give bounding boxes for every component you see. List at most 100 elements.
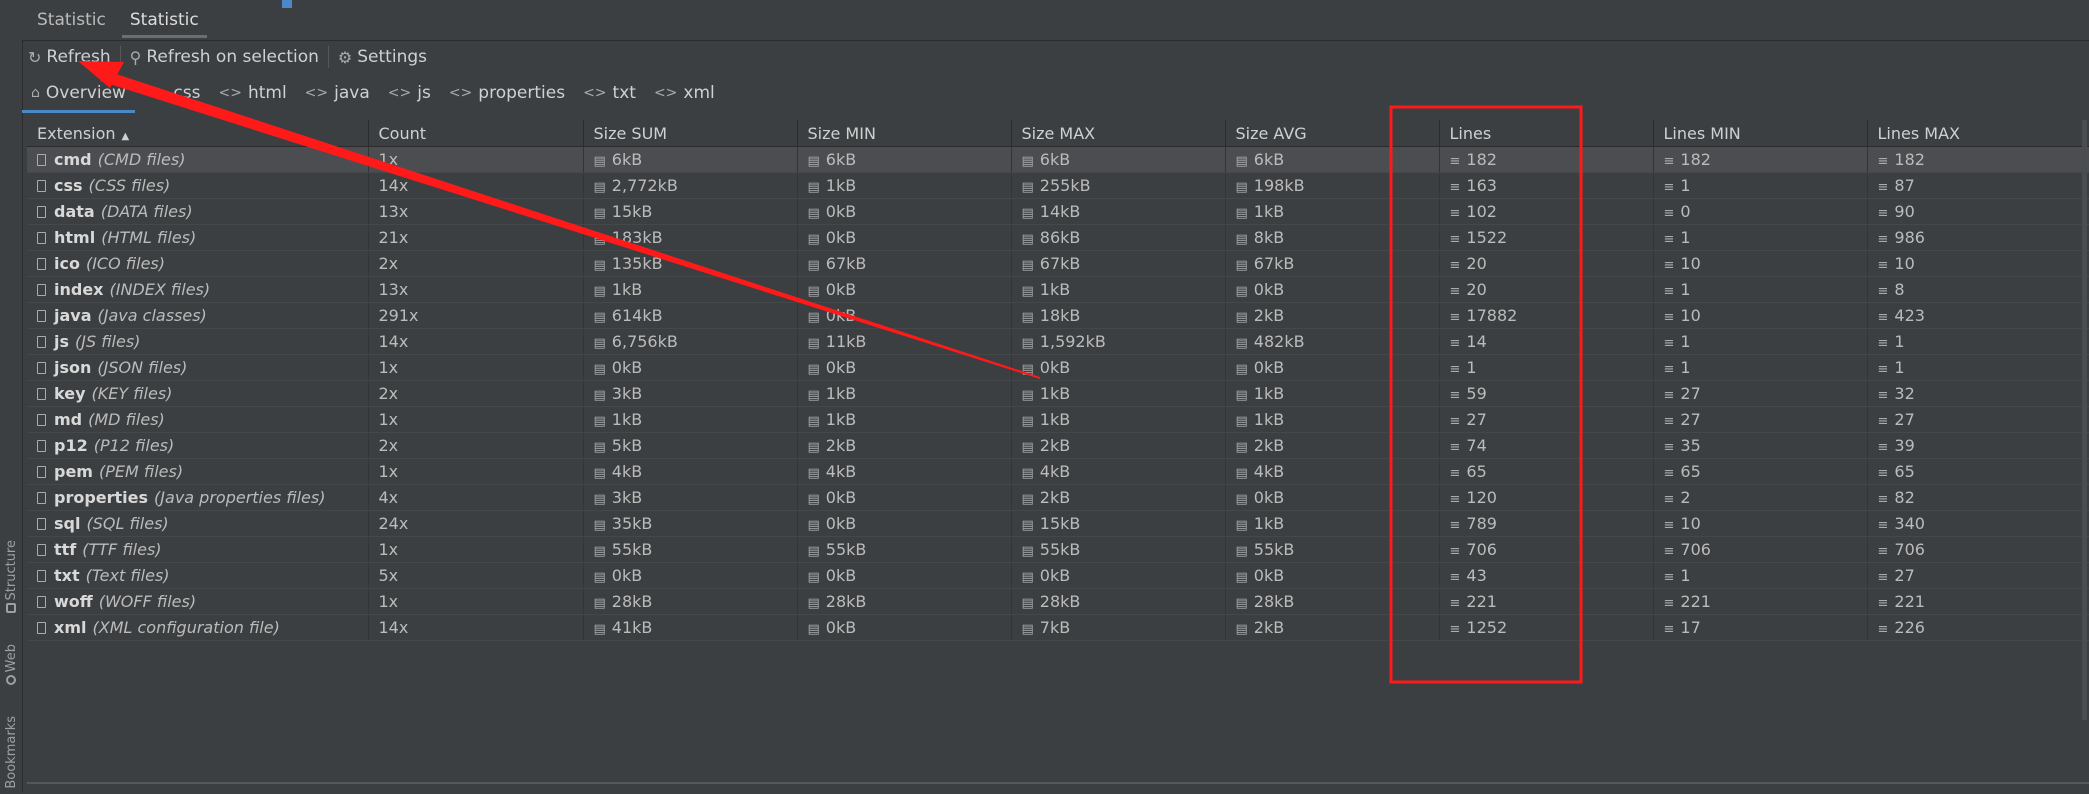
size-sum-cell: ▤ 0kB — [583, 562, 798, 589]
table-row[interactable]: index (INDEX files) 13x ▤ 1kB ▤ 0kB ▤ 1kB ▤ 0kB ≡ 20… — [27, 276, 2089, 303]
table-row[interactable]: md (MD files) 1x ▤ 1kB ▤ 1kB ▤ 1kB ▤ 1kB ≡ 27 ≡ 27 ≡ 27 — [27, 406, 2089, 433]
table-row[interactable]: pem (PEM files) 1x ▤ 4kB ▤ 4kB ▤ 4kB ▤ 4kB ≡ 65 ≡ 65 ≡ 6… — [27, 458, 2089, 485]
column-header-extension[interactable]: Extension ▲ — [27, 120, 369, 147]
lines-cell: ≡ 102 — [1439, 198, 1654, 225]
cell-value: 182 — [1680, 150, 1711, 169]
extension-description: (KEY files) — [91, 384, 173, 403]
count-cell: 2x — [368, 380, 584, 407]
cell-value: 1kB — [611, 280, 643, 299]
table-row[interactable]: sql (SQL files) 24x ▤ 35kB ▤ 0kB ▤ 15kB ▤ 1kB ≡ 789 ≡… — [27, 510, 2089, 537]
layers-icon: ≡ — [1663, 466, 1675, 481]
lines-min-cell: ≡ 27 — [1653, 380, 1868, 407]
cell-value: 0kB — [825, 306, 857, 325]
cell-value: 2x — [378, 436, 399, 455]
table-row[interactable]: css (CSS files) 14x ▤ 2,772kB ▤ 1kB ▤ 255kB ▤ 198k… — [27, 172, 2089, 199]
tab-overview[interactable]: ⌂ Overview — [22, 73, 135, 113]
lines-max-cell: ≡ 706 — [1867, 536, 2089, 563]
file-size-icon: ▤ — [1021, 336, 1034, 351]
tab-statistic-1[interactable]: Statistic — [25, 10, 118, 38]
file-size-icon: ▤ — [1021, 206, 1034, 221]
table-row[interactable]: ttf (TTF files) 1x ▤ 55kB ▤ 55kB ▤ 55kB ▤ 55kB ≡ 706… — [27, 536, 2089, 563]
table-scrollbar[interactable] — [2082, 120, 2087, 720]
file-size-icon: ▤ — [1021, 596, 1034, 611]
tab-js[interactable]: <> js — [379, 73, 440, 113]
cell-value: 7kB — [1039, 618, 1071, 637]
count-cell: 1x — [368, 354, 584, 381]
table-row[interactable]: js (JS files) 14x ▤ 6,756kB ▤ 11kB ▤ 1,592kB ▤ 482… — [27, 328, 2089, 355]
table-row[interactable]: txt (Text files) 5x ▤ 0kB ▤ 0kB ▤ 0kB ▤ 0kB ≡ 43 ≡ 1 ≡ 2… — [27, 562, 2089, 589]
size-min-cell: ▤ 0kB — [797, 484, 1012, 511]
tab-xml[interactable]: <> xml — [645, 73, 724, 113]
cell-value: 1x — [378, 540, 399, 559]
table-row[interactable]: p12 (P12 files) 2x ▤ 5kB ▤ 2kB ▤ 2kB ▤ 2kB ≡ 74 ≡ 35 ≡ 3… — [27, 432, 2089, 459]
lines-cell: ≡ 120 — [1439, 484, 1654, 511]
cell-value: 706 — [1894, 540, 1925, 559]
tab-html[interactable]: <> html — [209, 73, 295, 113]
web-tool-button[interactable]: Web — [0, 644, 22, 686]
tab-overview-label: Overview — [45, 83, 126, 103]
column-header-lines-min[interactable]: Lines MIN — [1653, 120, 1868, 147]
refresh-on-selection-button[interactable]: ⚲ Refresh on selection — [124, 44, 325, 70]
lines-max-cell: ≡ 82 — [1867, 484, 2089, 511]
layers-icon: ≡ — [1877, 414, 1889, 429]
column-header-lines[interactable]: Lines — [1439, 120, 1654, 147]
cell-value: 65 — [1680, 462, 1701, 481]
column-header-size-min[interactable]: Size MIN — [797, 120, 1012, 147]
extension-cell: index (INDEX files) — [27, 276, 369, 303]
tab-txt[interactable]: <> txt — [574, 73, 645, 113]
file-size-icon: ▤ — [807, 232, 820, 247]
table-row[interactable]: html (HTML files) 21x ▤ 183kB ▤ 0kB ▤ 86kB ▤ 8kB ≡ 1… — [27, 224, 2089, 251]
layers-icon: ≡ — [1663, 362, 1675, 377]
extension-name: xml — [54, 618, 87, 637]
table-row[interactable]: woff (WOFF files) 1x ▤ 28kB ▤ 28kB ▤ 28kB ▤ 28kB ≡ 2… — [27, 588, 2089, 615]
column-header-lines-max[interactable]: Lines MAX — [1867, 120, 2089, 147]
size-max-cell: ▤ 1kB — [1011, 406, 1226, 433]
settings-button[interactable]: ⚙ Settings — [332, 44, 433, 70]
table-row[interactable]: key (KEY files) 2x ▤ 3kB ▤ 1kB ▤ 1kB ▤ 1kB ≡ 59 ≡ 27 ≡ 3… — [27, 380, 2089, 407]
tab-css[interactable]: <> css — [135, 73, 210, 113]
layers-icon: ≡ — [1449, 284, 1461, 299]
cell-value: 1kB — [1039, 280, 1071, 299]
file-size-icon: ▤ — [1021, 414, 1034, 429]
count-cell: 14x — [368, 614, 584, 641]
tab-statistic-2[interactable]: Statistic — [118, 10, 211, 38]
tab-properties[interactable]: <> properties — [440, 73, 574, 113]
cell-value: 2kB — [1253, 436, 1285, 455]
cell-value: 1kB — [825, 176, 857, 195]
lines-cell: ≡ 1522 — [1439, 224, 1654, 251]
table-row[interactable]: xml (XML configuration file) 14x ▤ 41kB ▤ 0kB ▤… — [27, 614, 2089, 641]
structure-tool-button[interactable]: Structure — [0, 540, 22, 614]
size-max-cell: ▤ 1,592kB — [1011, 328, 1226, 355]
file-icon — [37, 180, 46, 192]
tab-java[interactable]: <> java — [296, 73, 379, 113]
layers-icon: ≡ — [1877, 284, 1889, 299]
lines-cell: ≡ 20 — [1439, 250, 1654, 277]
cell-value: 15kB — [611, 202, 653, 221]
refresh-button[interactable]: ↻ Refresh — [22, 44, 117, 70]
table-row[interactable]: properties (Java properties files) 4x ▤ 3kB ▤… — [27, 484, 2089, 511]
lines-min-cell: ≡ 0 — [1653, 198, 1868, 225]
tool-window-header: Statistic Statistic — [22, 0, 2089, 41]
table-row[interactable]: java (Java classes) 291x ▤ 614kB ▤ 0kB ▤ 18kB ▤ 2k… — [27, 302, 2089, 329]
lines-min-cell: ≡ 17 — [1653, 614, 1868, 641]
column-header-count[interactable]: Count — [368, 120, 584, 147]
bookmarks-tool-button[interactable]: Bookmarks — [0, 716, 22, 789]
code-icon: <> — [387, 85, 412, 101]
column-header-size-max[interactable]: Size MAX — [1011, 120, 1226, 147]
cell-value: 13x — [378, 280, 409, 299]
size-avg-cell: ▤ 0kB — [1225, 484, 1440, 511]
column-header-size-sum[interactable]: Size SUM — [583, 120, 798, 147]
table-row[interactable]: ico (ICO files) 2x ▤ 135kB ▤ 67kB ▤ 67kB ▤ 67kB ≡ 20… — [27, 250, 2089, 277]
cell-value: 0kB — [1039, 358, 1071, 377]
lines-max-cell: ≡ 182 — [1867, 146, 2089, 173]
cell-value: 3kB — [611, 488, 643, 507]
layers-icon: ≡ — [1877, 518, 1889, 533]
table-row[interactable]: json (JSON files) 1x ▤ 0kB ▤ 0kB ▤ 0kB ▤ 0kB ≡ 1 ≡ 1 ≡ 1 — [27, 354, 2089, 381]
cell-value: 1x — [378, 150, 399, 169]
size-min-cell: ▤ 55kB — [797, 536, 1012, 563]
file-size-icon: ▤ — [807, 310, 820, 325]
table-row[interactable]: cmd (CMD files) 1x ▤ 6kB ▤ 6kB ▤ 6kB ▤ 6kB ≡ 182 ≡ 182… — [27, 146, 2089, 173]
column-header-size-avg[interactable]: Size AVG — [1225, 120, 1440, 147]
layers-icon: ≡ — [1449, 362, 1461, 377]
table-row[interactable]: data (DATA files) 13x ▤ 15kB ▤ 0kB ▤ 14kB ▤ 1kB ≡ 10… — [27, 198, 2089, 225]
